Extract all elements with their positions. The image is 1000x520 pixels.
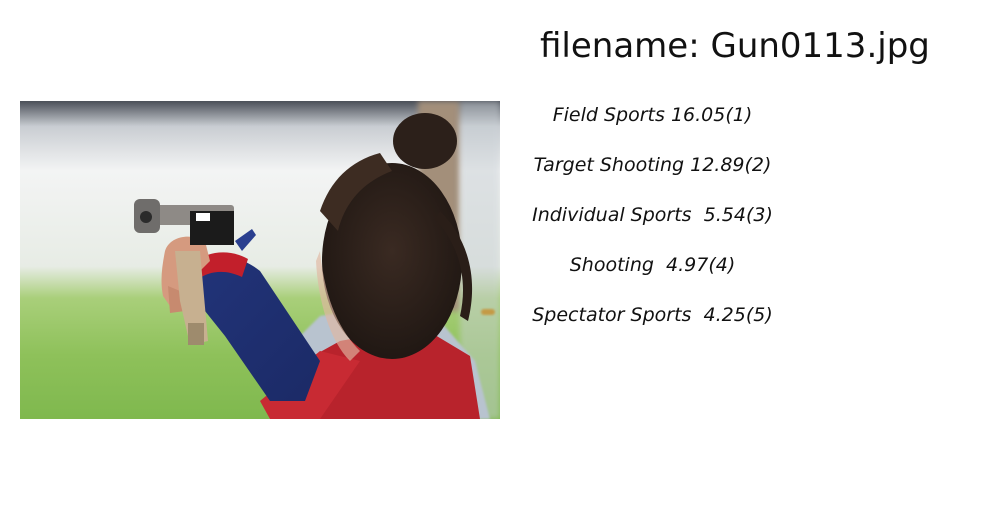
prediction-rank: (2) <box>744 154 772 176</box>
prediction-rank: (1) <box>725 104 753 126</box>
filename-prefix: filename: <box>540 26 711 66</box>
prediction-row-4: Shooting 4.97 (4) <box>540 250 765 300</box>
prediction-score: 4.25 <box>703 304 746 326</box>
photo <box>20 101 500 419</box>
prediction-score: 12.89 <box>690 154 745 176</box>
prediction-label: Target Shooting <box>533 154 685 176</box>
prediction-rank: (5) <box>745 304 773 326</box>
prediction-score: 4.97 <box>666 254 709 276</box>
prediction-label: Shooting <box>569 254 654 276</box>
prediction-row-1: Field Sports 16.05 (1) <box>540 100 765 150</box>
prediction-label: Spectator Sports <box>532 304 692 326</box>
prediction-row-3: Individual Sports 5.54 (3) <box>532 200 773 250</box>
prediction-row-5: Spectator Sports 4.25 (5) <box>532 300 773 350</box>
prediction-row-2: Target Shooting 12.89 (2) <box>534 150 772 200</box>
prediction-score: 16.05 <box>670 104 726 126</box>
prediction-list: Field Sports 16.05 (1) Target Shooting 1… <box>532 100 773 350</box>
prediction-score: 5.54 <box>703 204 746 226</box>
prediction-label: Individual Sports <box>532 204 692 226</box>
prediction-rank: (4) <box>708 254 736 276</box>
filename-heading: filename: Gun0113.jpg <box>540 24 980 68</box>
prediction-rank: (3) <box>745 204 773 226</box>
prediction-label: Field Sports <box>552 104 665 126</box>
filename-value: Gun0113.jpg <box>710 26 930 66</box>
